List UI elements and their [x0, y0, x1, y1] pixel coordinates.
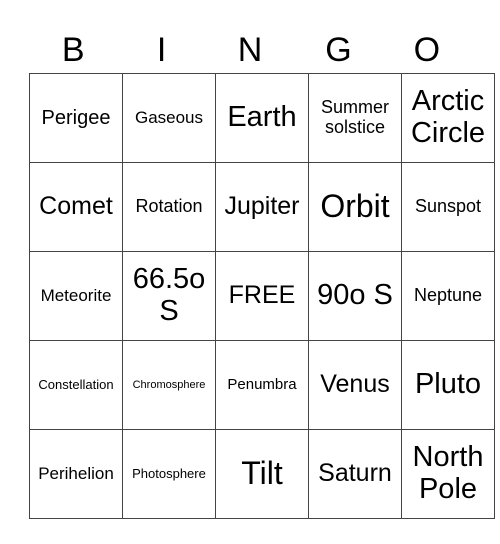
bingo-cell[interactable]: Sunspot — [401, 162, 495, 252]
bingo-cell[interactable]: 90o S — [308, 251, 402, 341]
bingo-cell[interactable]: Venus — [308, 340, 402, 430]
grid-row: Perigee Gaseous Earth Summer solstice Ar… — [29, 73, 495, 163]
bingo-header: B I N G O — [29, 28, 471, 72]
header-letter-i: I — [156, 31, 167, 69]
free-space-cell[interactable]: FREE — [215, 251, 309, 341]
bingo-cell[interactable]: Tilt — [215, 429, 309, 519]
header-letter-b: B — [61, 31, 85, 69]
bingo-cell[interactable]: North Pole — [401, 429, 495, 519]
bingo-cell[interactable]: Orbit — [308, 162, 402, 252]
grid-row: Perihelion Photosphere Tilt Saturn North… — [29, 429, 495, 519]
bingo-cell[interactable]: Perigee — [29, 73, 123, 163]
bingo-cell[interactable]: 66.5o S — [122, 251, 216, 341]
header-letter-g: G — [325, 31, 352, 69]
bingo-cell[interactable]: Chromosphere — [122, 340, 216, 430]
bingo-cell[interactable]: Saturn — [308, 429, 402, 519]
bingo-cell[interactable]: Perihelion — [29, 429, 123, 519]
bingo-cell[interactable]: Penumbra — [215, 340, 309, 430]
bingo-grid: Perigee Gaseous Earth Summer solstice Ar… — [29, 73, 495, 519]
bingo-cell[interactable]: Comet — [29, 162, 123, 252]
bingo-cell[interactable]: Gaseous — [122, 73, 216, 163]
bingo-cell[interactable]: Rotation — [122, 162, 216, 252]
header-letter-n: N — [237, 31, 263, 69]
bingo-cell[interactable]: Meteorite — [29, 251, 123, 341]
grid-row: Comet Rotation Jupiter Orbit Sunspot — [29, 162, 495, 252]
header-letter-o: O — [413, 31, 441, 69]
bingo-cell[interactable]: Constellation — [29, 340, 123, 430]
grid-row: Meteorite 66.5o S FREE 90o S Neptune — [29, 251, 495, 341]
bingo-cell[interactable]: Photosphere — [122, 429, 216, 519]
bingo-cell[interactable]: Pluto — [401, 340, 495, 430]
grid-row: Constellation Chromosphere Penumbra Venu… — [29, 340, 495, 430]
bingo-cell[interactable]: Jupiter — [215, 162, 309, 252]
bingo-cell[interactable]: Arctic Circle — [401, 73, 495, 163]
bingo-cell[interactable]: Earth — [215, 73, 309, 163]
bingo-cell[interactable]: Neptune — [401, 251, 495, 341]
bingo-cell[interactable]: Summer solstice — [308, 73, 402, 163]
